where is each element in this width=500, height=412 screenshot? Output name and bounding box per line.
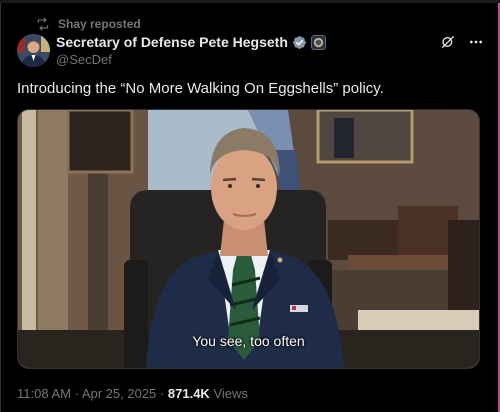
meta-separator-2: ·: [159, 386, 165, 401]
views-count[interactable]: 871.4K: [168, 386, 210, 401]
repost-label: Shay reposted: [58, 17, 141, 31]
avatar-image: [17, 34, 50, 67]
avatar[interactable]: [17, 34, 50, 67]
repost-indicator[interactable]: Shay reposted: [36, 16, 141, 32]
grok-icon[interactable]: [440, 34, 456, 50]
top-divider: [0, 0, 500, 3]
tweet-actions: [440, 34, 484, 50]
video-caption: You see, too often: [192, 333, 305, 349]
government-seal-icon[interactable]: [310, 34, 326, 50]
verified-badge-icon[interactable]: [292, 35, 307, 50]
author-display-name[interactable]: Secretary of Defense Pete Hegseth: [56, 34, 288, 50]
tweet-time[interactable]: 11:08 AM: [17, 386, 71, 401]
video-frame: [18, 110, 479, 368]
meta-separator: ·: [74, 386, 79, 401]
tweet-text: Introducing the “No More Walking On Eggs…: [17, 80, 384, 97]
repost-icon: [37, 17, 49, 31]
more-icon[interactable]: [468, 34, 484, 50]
views-label: Views: [213, 386, 248, 401]
author-name-row[interactable]: Secretary of Defense Pete Hegseth: [56, 34, 326, 50]
video-player[interactable]: You see, too often: [17, 109, 480, 369]
tweet-meta: 11:08 AM · Apr 25, 2025 · 871.4K Views: [17, 386, 248, 401]
tweet-date[interactable]: Apr 25, 2025: [82, 386, 156, 401]
author-handle[interactable]: @SecDef: [56, 52, 112, 67]
